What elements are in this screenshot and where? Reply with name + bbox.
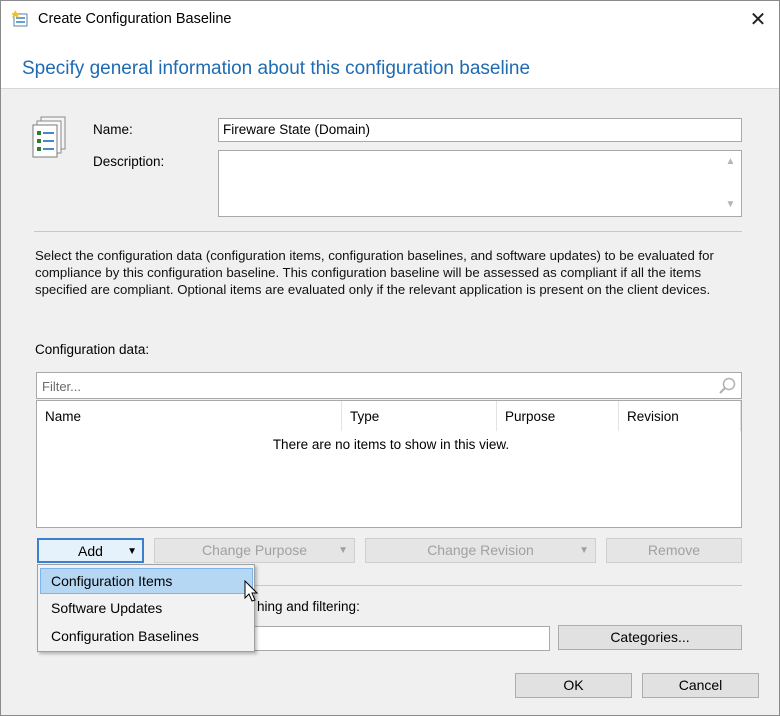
menu-item-configuration-items[interactable]: Configuration Items <box>40 568 253 594</box>
categories-button[interactable]: Categories... <box>558 625 742 650</box>
add-button-label: Add <box>78 543 103 559</box>
categories-field[interactable] <box>231 626 550 651</box>
configuration-baseline-icon <box>12 10 28 27</box>
dropdown-arrow-icon: ▼ <box>579 545 589 556</box>
menu-item-configuration-baselines[interactable]: Configuration Baselines <box>40 623 253 649</box>
dropdown-arrow-icon: ▼ <box>338 545 348 556</box>
configuration-data-list[interactable]: Name Type Purpose Revision There are no … <box>36 400 742 528</box>
filter-placeholder: Filter... <box>42 379 82 394</box>
column-header-revision[interactable]: Revision <box>619 401 741 431</box>
categories-label: hing and filtering: <box>257 599 360 614</box>
description-label: Description: <box>93 154 165 169</box>
add-button[interactable]: Add ▼ <box>37 538 144 563</box>
name-label: Name: <box>93 122 133 137</box>
divider <box>34 231 742 232</box>
search-icon[interactable] <box>717 376 737 396</box>
close-icon[interactable]: ✕ <box>741 5 775 35</box>
filter-input[interactable]: Filter... <box>36 372 742 399</box>
change-purpose-label: Change Purpose <box>201 542 308 558</box>
window-title: Create Configuration Baseline <box>38 11 232 27</box>
cancel-button[interactable]: Cancel <box>642 673 759 698</box>
change-revision-label: Change Revision <box>427 542 534 558</box>
divider <box>255 585 742 586</box>
description-field[interactable]: ▲ ▼ <box>218 150 742 217</box>
mouse-cursor-icon <box>244 580 259 602</box>
ok-button[interactable]: OK <box>515 673 632 698</box>
add-dropdown-menu: Configuration Items Software Updates Con… <box>37 564 255 652</box>
description-scrollbar[interactable]: ▲ ▼ <box>721 152 740 215</box>
configuration-data-label: Configuration data: <box>35 342 150 357</box>
name-field[interactable]: Fireware State (Domain) <box>218 118 742 142</box>
menu-item-software-updates[interactable]: Software Updates <box>40 595 253 621</box>
column-header-name[interactable]: Name <box>37 401 342 431</box>
info-text: Select the configuration data (configura… <box>35 248 714 297</box>
title-bar: Create Configuration Baseline ✕ <box>1 1 779 39</box>
column-header-purpose[interactable]: Purpose <box>497 401 619 431</box>
dropdown-arrow-icon: ▼ <box>127 546 137 557</box>
baseline-document-icon <box>32 116 66 158</box>
page-title: Specify general information about this c… <box>22 58 531 79</box>
dialog-window: Create Configuration Baseline ✕ Specify … <box>0 0 780 716</box>
remove-button[interactable]: Remove <box>606 538 742 563</box>
wizard-header: Specify general information about this c… <box>1 39 779 89</box>
scroll-down-icon[interactable]: ▼ <box>721 197 740 213</box>
empty-list-message: There are no items to show in this view. <box>272 437 510 452</box>
column-header-type[interactable]: Type <box>342 401 497 431</box>
change-purpose-button[interactable]: Change Purpose ▼ <box>154 538 355 563</box>
scroll-up-icon[interactable]: ▲ <box>721 154 740 170</box>
change-revision-button[interactable]: Change Revision ▼ <box>365 538 596 563</box>
